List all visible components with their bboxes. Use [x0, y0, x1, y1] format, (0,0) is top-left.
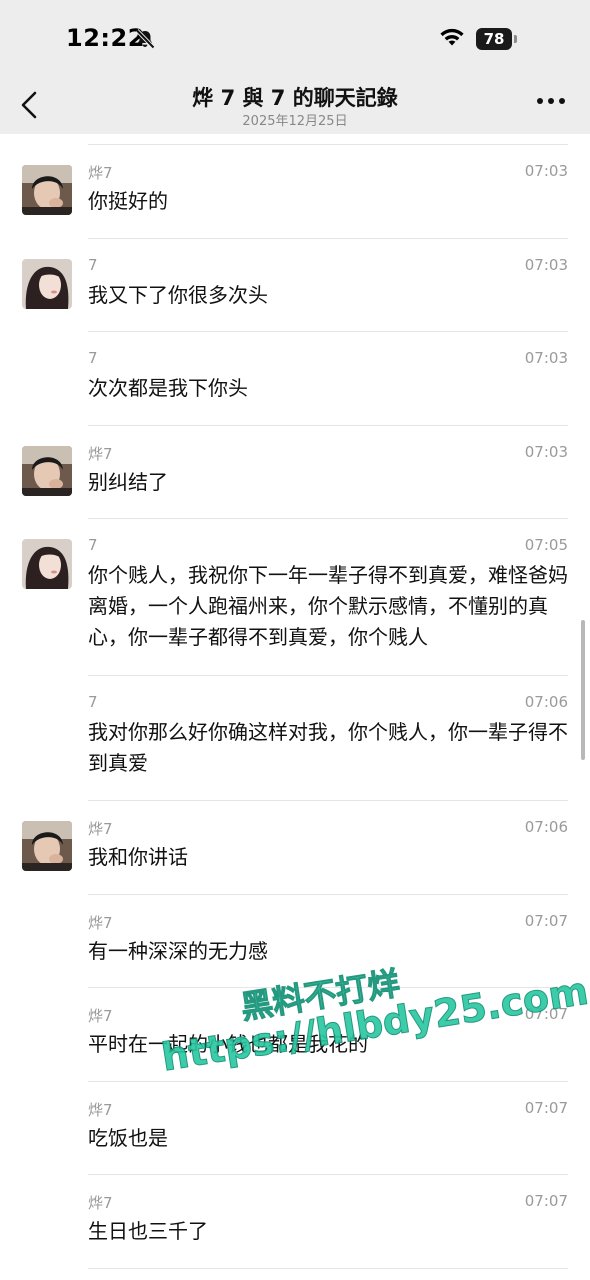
message-item[interactable]: 烨7 07:03 你挺好的 [0, 162, 590, 256]
divider [88, 425, 568, 426]
divider [88, 238, 568, 239]
message-item[interactable]: 7 07:05 你个贱人，我祝你下一年一辈子得不到真爱，难怪爸妈离婚，一个人跑福州来… [0, 536, 590, 693]
message-time: 07:06 [524, 818, 568, 836]
message-sender: 烨7 [88, 164, 113, 182]
page-subtitle-date: 2025年12月25日 [242, 114, 348, 129]
more-options-icon[interactable] [536, 96, 566, 106]
avatar-male[interactable] [22, 821, 72, 871]
message-time: 07:07 [524, 1005, 568, 1023]
battery-level: 78 [476, 28, 512, 50]
wifi-icon [440, 28, 464, 46]
divider [88, 987, 568, 988]
message-text: 我和你讲话 [88, 845, 188, 869]
message-sender: 烨7 [88, 820, 113, 838]
nav-bar: 烨 7 與 7 的聊天記錄 2025年12月25日 [0, 78, 590, 134]
message-sender: 7 [88, 349, 98, 367]
message-item[interactable]: 烨7 07:07 平时在一起的小钱也都是我花的 [0, 1005, 590, 1099]
message-item[interactable]: 烨7 07:07 有一种深深的无力感 [0, 912, 590, 1005]
avatar-female[interactable] [22, 539, 72, 589]
message-sender: 烨7 [88, 1194, 113, 1212]
page-title: 烨 7 與 7 的聊天記錄 [192, 86, 398, 110]
message-sender: 7 [88, 693, 98, 711]
message-text: 平时在一起的小钱也都是我花的 [88, 1032, 368, 1056]
message-text: 我对你那么好你确这样对我，你个贱人，你一辈子得不到真爱 [88, 720, 568, 775]
bell-muted-icon [135, 29, 155, 49]
divider [88, 331, 568, 332]
message-time: 07:03 [524, 162, 568, 180]
message-time: 07:03 [524, 443, 568, 461]
divider [88, 1081, 568, 1082]
message-text: 你挺好的 [88, 189, 168, 213]
message-time: 07:07 [524, 912, 568, 930]
message-time: 07:06 [524, 693, 568, 711]
message-item[interactable]: 7 07:03 我又下了你很多次头 [0, 256, 590, 349]
divider [88, 518, 568, 519]
message-sender: 烨7 [88, 1007, 113, 1025]
message-text: 次次都是我下你头 [88, 376, 248, 400]
message-list[interactable]: 烨7 07:03 你挺好的 7 07:03 我又下了你很多次头 7 07:03 次次都是我下你头… [0, 134, 590, 1280]
divider [88, 1268, 568, 1269]
message-time: 07:07 [524, 1099, 568, 1117]
message-sender: 烨7 [88, 1101, 113, 1119]
message-item[interactable]: 烨7 07:07 生日也三千了 [0, 1192, 590, 1280]
message-sender: 烨7 [88, 914, 113, 932]
message-time: 07:05 [524, 536, 568, 554]
message-item[interactable]: 7 07:03 次次都是我下你头 [0, 349, 590, 443]
message-sender: 7 [88, 536, 98, 554]
message-text: 有一种深深的无力感 [88, 939, 268, 963]
message-text: 生日也三千了 [88, 1219, 208, 1243]
message-item[interactable]: 烨7 07:06 我和你讲话 [0, 818, 590, 912]
battery-tip [514, 35, 517, 43]
divider [88, 894, 568, 895]
chat-history-screen: 12:22 78 烨 7 與 7 的聊天記錄 2025年12月25日 烨7 07… [0, 0, 590, 1280]
message-item[interactable]: 烨7 07:07 吃饭也是 [0, 1099, 590, 1192]
message-time: 07:07 [524, 1192, 568, 1210]
scrollbar[interactable] [581, 620, 585, 760]
message-text: 我又下了你很多次头 [88, 283, 268, 307]
message-item[interactable]: 烨7 07:03 别纠结了 [0, 443, 590, 536]
battery-indicator: 78 [476, 28, 520, 50]
message-text: 你个贱人，我祝你下一年一辈子得不到真爱，难怪爸妈离婚，一个人跑福州来，你个默示感… [88, 563, 568, 649]
message-sender: 7 [88, 256, 98, 274]
message-time: 07:03 [524, 349, 568, 367]
avatar-male[interactable] [22, 165, 72, 215]
message-item[interactable]: 7 07:06 我对你那么好你确这样对我，你个贱人，你一辈子得不到真爱 [0, 693, 590, 818]
avatar-male[interactable] [22, 446, 72, 496]
message-text: 吃饭也是 [88, 1126, 168, 1150]
status-bar: 12:22 78 [0, 0, 590, 78]
divider [88, 675, 568, 676]
message-text: 别纠结了 [88, 470, 168, 494]
message-time: 07:03 [524, 256, 568, 274]
message-sender: 烨7 [88, 445, 113, 463]
divider [88, 800, 568, 801]
top-bar: 12:22 78 烨 7 與 7 的聊天記錄 2025年12月25日 [0, 0, 590, 134]
avatar-female[interactable] [22, 259, 72, 309]
divider [88, 1174, 568, 1175]
divider [88, 144, 568, 145]
